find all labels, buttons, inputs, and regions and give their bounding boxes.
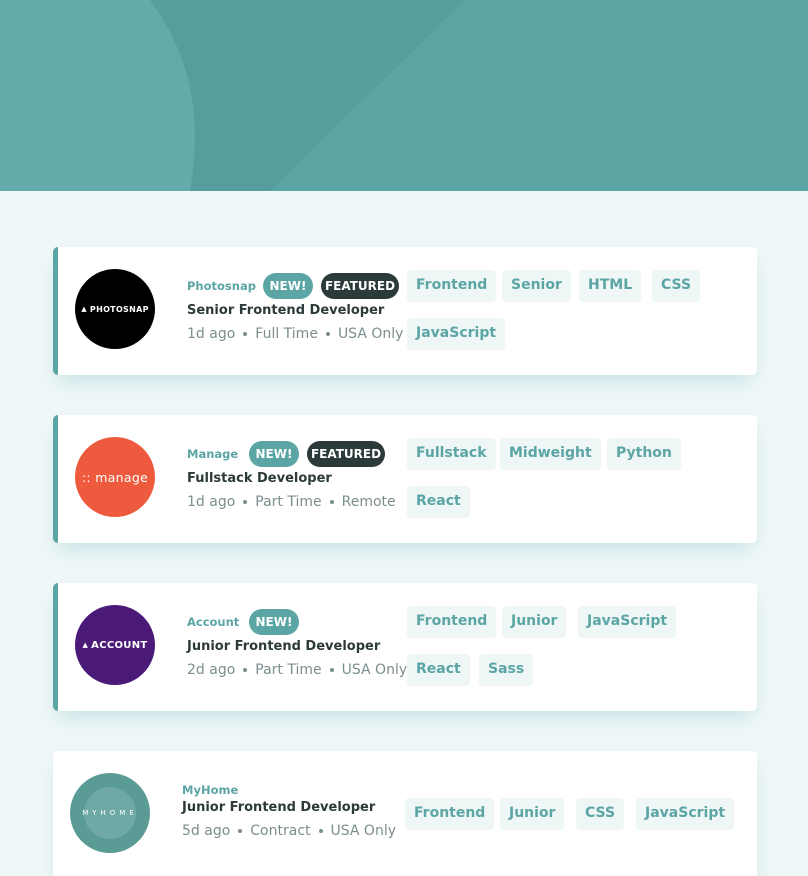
- logo-mark-icon: ▲: [82, 641, 89, 649]
- filter-tag[interactable]: HTML: [579, 270, 642, 302]
- job-card-myhome[interactable]: MYHOME MyHome Junior Frontend Developer …: [53, 751, 757, 876]
- job-position[interactable]: Fullstack Developer: [187, 471, 332, 486]
- job-position[interactable]: Senior Frontend Developer: [187, 303, 384, 318]
- job-card-manage[interactable]: :: manage Manage NEW! FEATURED Fullstack…: [53, 415, 757, 543]
- company-logo: ▲ ACCOUNT: [75, 605, 155, 685]
- separator-dot-icon: [325, 332, 330, 336]
- contract-type: Part Time: [255, 494, 322, 510]
- filter-tag[interactable]: Frontend: [407, 270, 497, 302]
- company-name: Manage: [187, 447, 239, 461]
- filter-tag[interactable]: JavaScript: [636, 798, 735, 830]
- separator-dot-icon: [329, 668, 334, 672]
- separator-dot-icon: [243, 500, 248, 504]
- job-location: Remote: [341, 494, 396, 510]
- job-meta: 5d ago Contract USA Only: [182, 823, 396, 839]
- filter-tag[interactable]: Junior: [502, 606, 567, 638]
- new-badge: NEW!: [249, 441, 299, 467]
- job-location: USA Only: [330, 823, 397, 839]
- job-meta: 2d ago Part Time USA Only: [187, 662, 407, 678]
- filter-tag[interactable]: React: [407, 486, 470, 518]
- separator-dot-icon: [243, 668, 248, 672]
- posted-at: 5d ago: [182, 823, 231, 839]
- filter-tag[interactable]: JavaScript: [407, 318, 506, 350]
- filter-tag[interactable]: Fullstack: [407, 438, 496, 470]
- job-location: USA Only: [341, 662, 408, 678]
- company-name: Account: [187, 615, 240, 629]
- job-position[interactable]: Junior Frontend Developer: [182, 800, 375, 815]
- separator-dot-icon: [318, 829, 323, 833]
- filter-tag[interactable]: Senior: [502, 270, 571, 302]
- posted-at: 1d ago: [187, 326, 236, 342]
- filter-tag[interactable]: React: [407, 654, 470, 686]
- contract-type: Full Time: [255, 326, 318, 342]
- separator-dot-icon: [329, 500, 334, 504]
- filter-tag[interactable]: Midweight: [500, 438, 601, 470]
- featured-badge: FEATURED: [307, 441, 385, 467]
- new-badge: NEW!: [249, 609, 299, 635]
- header-banner: [0, 0, 808, 191]
- company-logo: MYHOME: [70, 773, 150, 853]
- company-name: Photosnap: [187, 279, 256, 293]
- logo-mark-icon: ▲: [81, 305, 87, 313]
- new-badge: NEW!: [263, 273, 313, 299]
- company-name: MyHome: [182, 783, 239, 797]
- featured-badge: FEATURED: [321, 273, 399, 299]
- job-card-photosnap[interactable]: ▲ PHOTOSNAP Photosnap NEW! FEATURED Senio…: [53, 247, 757, 375]
- filter-tag[interactable]: Frontend: [407, 606, 497, 638]
- filter-tag[interactable]: Junior: [500, 798, 565, 830]
- filter-tag[interactable]: Python: [607, 438, 681, 470]
- filter-tag[interactable]: CSS: [576, 798, 625, 830]
- filter-tag[interactable]: JavaScript: [578, 606, 677, 638]
- filter-tag[interactable]: Sass: [479, 654, 534, 686]
- posted-at: 1d ago: [187, 494, 236, 510]
- job-location: USA Only: [337, 326, 404, 342]
- filter-tag[interactable]: Frontend: [405, 798, 495, 830]
- separator-dot-icon: [238, 829, 243, 833]
- contract-type: Part Time: [255, 662, 322, 678]
- job-meta: 1d ago Part Time Remote: [187, 494, 396, 510]
- company-logo: ▲ PHOTOSNAP: [75, 269, 155, 349]
- posted-at: 2d ago: [187, 662, 236, 678]
- contract-type: Contract: [250, 823, 311, 839]
- header-pattern: [0, 0, 465, 191]
- job-meta: 1d ago Full Time USA Only: [187, 326, 403, 342]
- company-logo: :: manage: [75, 437, 155, 517]
- job-card-account[interactable]: ▲ ACCOUNT Account NEW! Junior Frontend De…: [53, 583, 757, 711]
- separator-dot-icon: [243, 332, 248, 336]
- filter-tag[interactable]: CSS: [652, 270, 701, 302]
- job-position[interactable]: Junior Frontend Developer: [187, 639, 380, 654]
